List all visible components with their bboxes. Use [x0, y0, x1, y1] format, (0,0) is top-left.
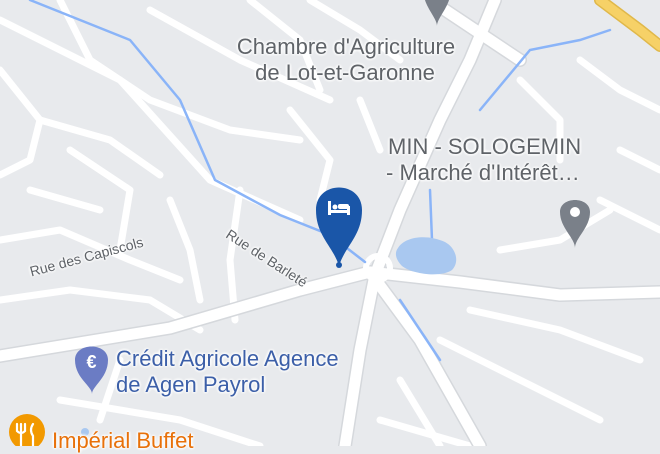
poi-label-line: - Marché d'Intérêt…: [386, 160, 580, 185]
poi-label-line: MIN - SOLOGEMIN: [388, 134, 582, 159]
poi-label-line: Crédit Agricole Agence: [116, 346, 339, 371]
poi-label-chambre[interactable]: Chambre d'Agriculture de Lot-et-Garonne: [206, 34, 486, 86]
poi-label-line: Chambre d'Agriculture: [236, 34, 456, 59]
poi-label-line: Impérial Buffet: [52, 428, 194, 453]
poi-label-line: de Lot-et-Garonne: [255, 60, 435, 85]
poi-label-min[interactable]: MIN - SOLOGEMIN - Marché d'Intérêt…: [386, 134, 581, 186]
poi-label-line: de Agen Payrol: [116, 372, 266, 397]
euro-symbol-icon: €: [86, 352, 96, 372]
poi-label-credit-agricole[interactable]: Crédit Agricole Agence de Agen Payrol: [116, 346, 339, 398]
poi-label-imperial-buffet[interactable]: Impérial Buffet: [52, 428, 193, 454]
